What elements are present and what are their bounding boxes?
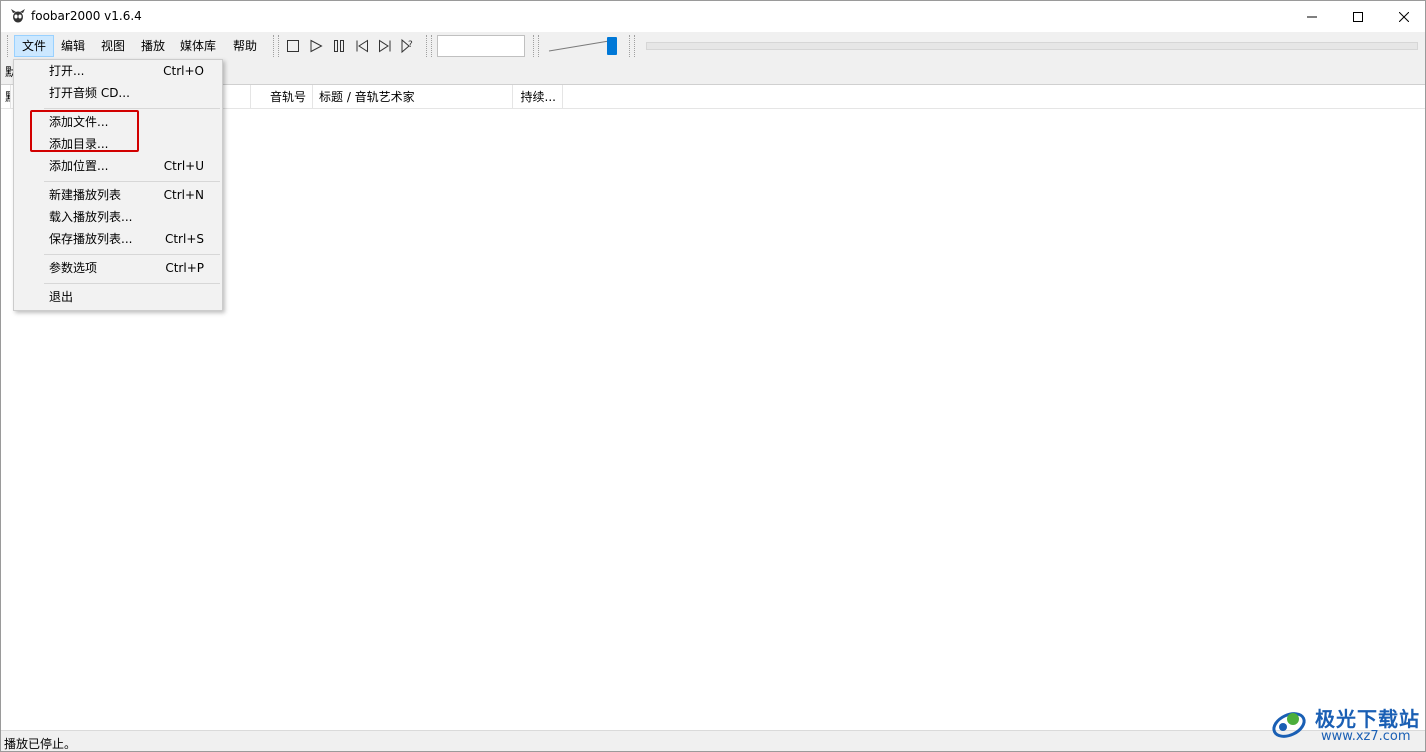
close-icon <box>1399 11 1409 22</box>
column-playing[interactable]: 默 <box>5 85 11 109</box>
app-window: foobar2000 v1.6.4 文件 编辑 视图 播放 媒体库 帮助 ? 音… <box>0 0 1426 752</box>
menu-library[interactable]: 媒体库 <box>173 35 223 57</box>
seek-bar[interactable] <box>646 42 1418 50</box>
menu-separator <box>44 108 220 109</box>
menu-open-audio-cd[interactable]: 打开音频 CD... <box>16 82 220 104</box>
volume-slider[interactable] <box>547 37 621 55</box>
previous-icon <box>356 39 368 53</box>
watermark: 极光下载站 www.xz7.com <box>1263 701 1423 751</box>
svg-text:?: ? <box>408 40 413 50</box>
column-duration[interactable]: 持续... <box>513 85 563 109</box>
menu-separator <box>44 181 220 182</box>
menu-load-playlist[interactable]: 载入播放列表... <box>16 206 220 228</box>
random-icon: ? <box>401 38 413 54</box>
file-menu-dropdown: 打开... Ctrl+O 打开音频 CD... 添加文件... 添加目录... … <box>13 59 223 311</box>
menu-add-location[interactable]: 添加位置... Ctrl+U <box>16 155 220 177</box>
watermark-url: www.xz7.com <box>1321 729 1411 744</box>
minimize-icon <box>1307 16 1317 17</box>
watermark-brand: 极光下载站 <box>1315 707 1420 731</box>
stop-button[interactable] <box>285 38 301 54</box>
column-artist-album[interactable] <box>221 85 251 109</box>
menu-edit[interactable]: 编辑 <box>54 35 92 57</box>
toolbar-separator <box>426 35 427 57</box>
highlight-annotation <box>30 110 139 152</box>
maximize-button[interactable] <box>1335 1 1381 32</box>
menu-new-playlist[interactable]: 新建播放列表 Ctrl+N <box>16 184 220 206</box>
toolbar-grip <box>7 35 8 57</box>
menu-open[interactable]: 打开... Ctrl+O <box>16 60 220 82</box>
play-icon <box>310 39 323 53</box>
previous-button[interactable] <box>354 38 370 54</box>
menu-file[interactable]: 文件 <box>14 35 55 57</box>
toolbar-separator <box>533 35 534 57</box>
toolbar-separator <box>629 35 630 57</box>
next-button[interactable] <box>377 38 393 54</box>
menu-exit[interactable]: 退出 <box>16 286 220 308</box>
status-text: 播放已停止。 <box>4 737 77 751</box>
pause-icon <box>334 40 344 52</box>
window-title: foobar2000 v1.6.4 <box>31 9 142 23</box>
minimize-button[interactable] <box>1289 1 1335 32</box>
status-bar: 播放已停止。 <box>1 730 1425 751</box>
toolbar-grip <box>431 35 432 57</box>
volume-thumb[interactable] <box>607 37 617 55</box>
column-title-artist[interactable]: 标题 / 音轨艺术家 <box>313 85 513 109</box>
menu-playback[interactable]: 播放 <box>134 35 172 57</box>
toolbar-separator <box>273 35 274 57</box>
menu-separator <box>44 283 220 284</box>
seek-display <box>437 35 525 57</box>
menu-help[interactable]: 帮助 <box>226 35 264 57</box>
foobar-app-icon <box>10 8 26 24</box>
toolbar-grip <box>538 35 539 57</box>
close-button[interactable] <box>1381 1 1425 32</box>
watermark-logo-icon <box>1272 712 1306 738</box>
play-button[interactable] <box>308 38 324 54</box>
maximize-icon <box>1353 11 1363 22</box>
title-bar: foobar2000 v1.6.4 <box>1 1 1425 32</box>
menu-view[interactable]: 视图 <box>94 35 132 57</box>
menu-save-playlist[interactable]: 保存播放列表... Ctrl+S <box>16 228 220 250</box>
toolbar-grip <box>634 35 635 57</box>
next-icon <box>379 39 391 53</box>
menu-toolbar-row: 文件 编辑 视图 播放 媒体库 帮助 ? <box>1 32 1425 60</box>
pause-button[interactable] <box>331 38 347 54</box>
stop-icon <box>287 40 299 52</box>
toolbar-grip <box>278 35 279 57</box>
column-track-number[interactable]: 音轨号 <box>251 85 313 109</box>
menu-preferences[interactable]: 参数选项 Ctrl+P <box>16 257 220 279</box>
menu-separator <box>44 254 220 255</box>
random-button[interactable]: ? <box>400 38 416 54</box>
